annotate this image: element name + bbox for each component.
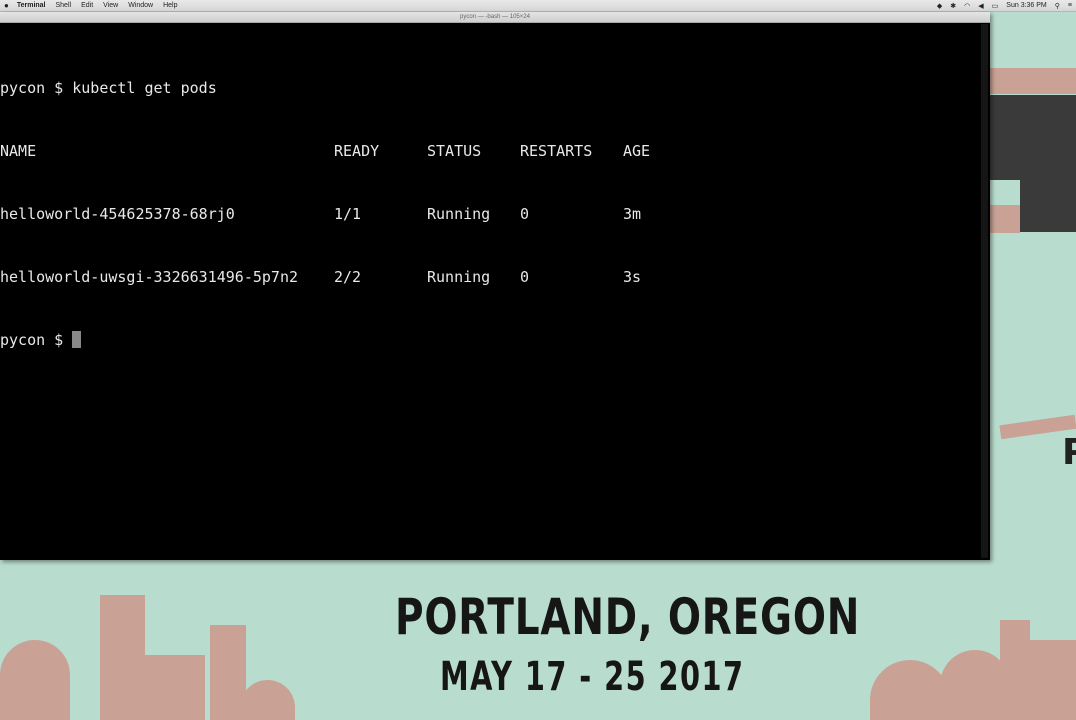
skyline-dome-right (870, 660, 950, 720)
text-cursor (72, 331, 82, 348)
bluetooth-icon[interactable]: ✱ (950, 2, 956, 10)
command-text: kubectl get pods (72, 79, 217, 97)
terminal-output[interactable]: pycon $ kubectl get pods NAME READY STAT… (0, 23, 990, 393)
pod-restarts: 0 (520, 205, 530, 223)
menubar-clock[interactable]: Sun 3:36 PM (1006, 2, 1046, 9)
pod-ready: 1/1 (334, 205, 362, 223)
pod-age: 3m (623, 205, 642, 223)
skyline-dome (240, 680, 295, 720)
spotlight-icon[interactable]: ⚲ (1055, 2, 1060, 10)
menu-edit[interactable]: Edit (81, 2, 93, 9)
pod-age: 3s (623, 268, 642, 286)
wifi-icon[interactable]: ◠ (964, 2, 970, 10)
menu-shell[interactable]: Shell (56, 2, 72, 9)
slide-title: PORTLAND, OREGON (395, 588, 861, 646)
skyline-church (1030, 640, 1076, 720)
skyline-tower (100, 595, 145, 720)
table-row: helloworld-454625378-68rj0 1/1 Running 0… (0, 204, 990, 225)
slide-brick-small (990, 205, 1020, 233)
col-header-name: NAME (0, 142, 37, 160)
terminal-line-prompt[interactable]: pycon $ (0, 330, 990, 351)
pod-name: helloworld-uwsgi-3326631496-5p7n2 (0, 268, 299, 286)
col-header-age: AGE (623, 142, 651, 160)
pod-restarts: 0 (520, 268, 530, 286)
pod-status: Running (427, 205, 491, 223)
terminal-window[interactable]: pycon — -bash — 105×24 pycon $ kubectl g… (0, 12, 990, 560)
menu-view[interactable]: View (103, 2, 118, 9)
slide-brick-band (990, 68, 1076, 94)
table-row: helloworld-uwsgi-3326631496-5p7n2 2/2 Ru… (0, 267, 990, 288)
volume-icon[interactable]: ◀ (978, 2, 983, 10)
status-app-icon[interactable]: ◆ (937, 2, 942, 10)
skyline-dome-left (0, 640, 70, 720)
col-header-ready: READY (334, 142, 380, 160)
col-header-status: STATUS (427, 142, 482, 160)
table-header-row: NAME READY STATUS RESTARTS AGE (0, 141, 990, 162)
prompt: pycon $ (0, 79, 73, 97)
prompt: pycon $ (0, 331, 73, 349)
slide-dark-block-2 (1020, 180, 1076, 232)
skyline-spire (1000, 620, 1030, 720)
menu-help[interactable]: Help (163, 2, 177, 9)
col-header-restarts: RESTARTS (520, 142, 593, 160)
battery-icon[interactable]: ▭ (992, 2, 999, 10)
terminal-title: pycon — -bash — 105×24 (0, 12, 990, 23)
slide-side-letter: P (1062, 432, 1076, 473)
menu-window[interactable]: Window (128, 2, 153, 9)
apple-icon[interactable]: ● (4, 1, 9, 10)
pod-ready: 2/2 (334, 268, 362, 286)
menu-terminal[interactable]: Terminal (17, 2, 46, 9)
skyline-building (145, 655, 205, 720)
notification-icon[interactable]: ≡ (1068, 2, 1072, 9)
pod-status: Running (427, 268, 491, 286)
terminal-scrollbar[interactable] (981, 24, 988, 558)
slide-dark-block (990, 95, 1076, 180)
pod-name: helloworld-454625378-68rj0 (0, 205, 235, 223)
menu-bar: ● Terminal Shell Edit View Window Help ◆… (0, 0, 1076, 12)
slide-dates: MAY 17 - 25 2017 (440, 654, 745, 700)
terminal-line-command: pycon $ kubectl get pods (0, 78, 990, 99)
